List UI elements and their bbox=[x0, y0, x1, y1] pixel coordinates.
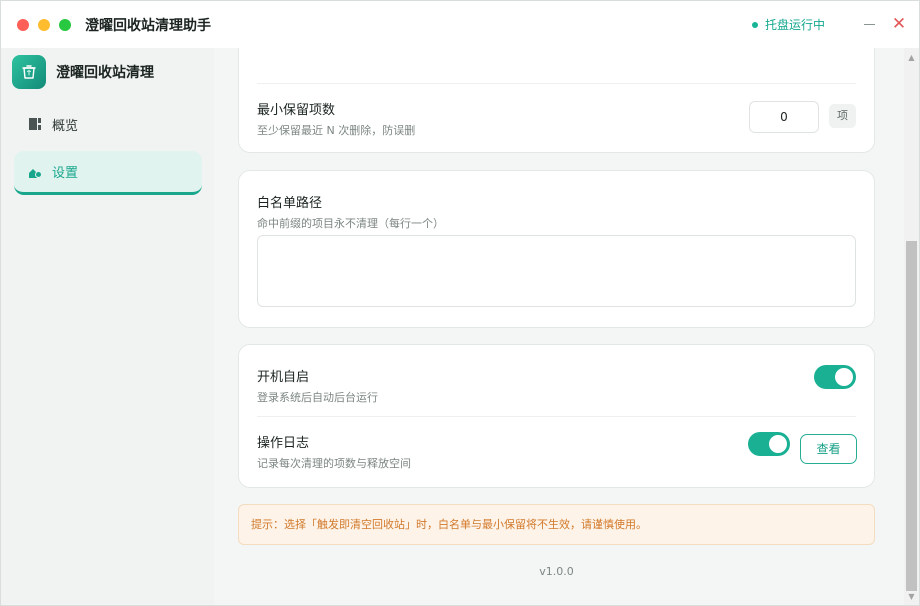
sidebar-item-overview[interactable]: 概览 bbox=[14, 104, 202, 144]
traffic-lights bbox=[17, 18, 71, 31]
close-button[interactable]: ✕ bbox=[891, 14, 907, 34]
close-dot[interactable] bbox=[17, 18, 29, 31]
recycle-bin-logo-icon bbox=[12, 55, 46, 89]
autostart-subtitle: 登录系统后自动后台运行 bbox=[257, 391, 378, 404]
retention-card: 最小保留项数 至少保留最近 N 次删除，防误删 0 项 bbox=[238, 48, 875, 153]
min-keep-title: 最小保留项数 bbox=[257, 103, 336, 118]
view-log-button[interactable]: 查看 bbox=[800, 434, 857, 464]
brand: 澄曜回收站清理 bbox=[1, 48, 214, 96]
scroll-up-icon[interactable]: ▲ bbox=[904, 50, 919, 65]
scroll-down-icon[interactable]: ▼ bbox=[904, 589, 919, 604]
whitelist-subtitle: 命中前缀的项目永不清理（每行一个） bbox=[257, 217, 444, 230]
minimize-icon bbox=[863, 23, 875, 26]
tray-status: 托盘运行中 bbox=[751, 16, 825, 33]
overview-icon bbox=[28, 117, 42, 131]
scrollbar-thumb[interactable] bbox=[906, 241, 917, 591]
version-label: v1.0.0 bbox=[539, 565, 574, 578]
sidebar-item-label: 设置 bbox=[52, 166, 79, 181]
divider bbox=[257, 83, 856, 84]
status-dot-icon bbox=[751, 21, 758, 28]
log-toggle[interactable] bbox=[748, 432, 790, 456]
sidebar: 澄曜回收站清理 概览 设置 bbox=[1, 48, 214, 605]
whitelist-textarea[interactable] bbox=[257, 235, 856, 307]
toggle-knob bbox=[769, 435, 787, 453]
brand-name: 澄曜回收站清理 bbox=[56, 65, 154, 81]
autostart-text: 开机自启 登录系统后自动后台运行 bbox=[257, 366, 378, 405]
settings-icon bbox=[28, 165, 42, 179]
app-title: 澄曜回收站清理助手 bbox=[85, 17, 211, 34]
app-window: 澄曜回收站清理助手 托盘运行中 ✕ 澄曜回收站清理 概览 设置 最小保留项数 至… bbox=[0, 0, 920, 606]
warning-notice: 提示：选择「触发即清空回收站」时，白名单与最小保留将不生效，请谨慎使用。 bbox=[238, 504, 875, 545]
sidebar-item-settings[interactable]: 设置 bbox=[14, 151, 202, 195]
sidebar-item-label: 概览 bbox=[52, 118, 79, 134]
autostart-title: 开机自启 bbox=[257, 370, 310, 385]
maximize-dot[interactable] bbox=[59, 18, 71, 31]
scrollbar[interactable]: ▲ ▼ bbox=[904, 48, 919, 605]
log-title: 操作日志 bbox=[257, 436, 310, 451]
log-subtitle: 记录每次清理的项数与释放空间 bbox=[257, 457, 411, 470]
toggle-knob bbox=[835, 368, 853, 386]
settings-panel: 最小保留项数 至少保留最近 N 次删除，防误删 0 项 白名单路径 命中前缀的项… bbox=[214, 48, 904, 605]
whitelist-card: 白名单路径 命中前缀的项目永不清理（每行一个） bbox=[238, 170, 875, 328]
min-keep-unit: 项 bbox=[829, 104, 856, 128]
autostart-toggle[interactable] bbox=[814, 365, 856, 389]
title-bar-controls: 托盘运行中 ✕ bbox=[751, 1, 907, 48]
close-icon: ✕ bbox=[891, 14, 907, 34]
whitelist-title: 白名单路径 bbox=[257, 196, 323, 211]
min-keep-text: 最小保留项数 至少保留最近 N 次删除，防误删 bbox=[257, 99, 415, 138]
tray-status-label: 托盘运行中 bbox=[764, 18, 825, 32]
min-keep-subtitle: 至少保留最近 N 次删除，防误删 bbox=[257, 124, 416, 137]
divider bbox=[257, 416, 856, 417]
min-keep-input[interactable]: 0 bbox=[749, 101, 819, 133]
sidebar-nav: 概览 设置 bbox=[1, 104, 214, 195]
whitelist-text: 白名单路径 命中前缀的项目永不清理（每行一个） bbox=[257, 192, 444, 231]
system-card: 开机自启 登录系统后自动后台运行 操作日志 记录每次清理的项数与释放空间 查看 bbox=[238, 344, 875, 488]
log-text: 操作日志 记录每次清理的项数与释放空间 bbox=[257, 432, 411, 471]
title-bar: 澄曜回收站清理助手 托盘运行中 ✕ bbox=[1, 1, 919, 48]
minimize-dot[interactable] bbox=[38, 18, 50, 31]
minimize-button[interactable] bbox=[861, 17, 877, 33]
